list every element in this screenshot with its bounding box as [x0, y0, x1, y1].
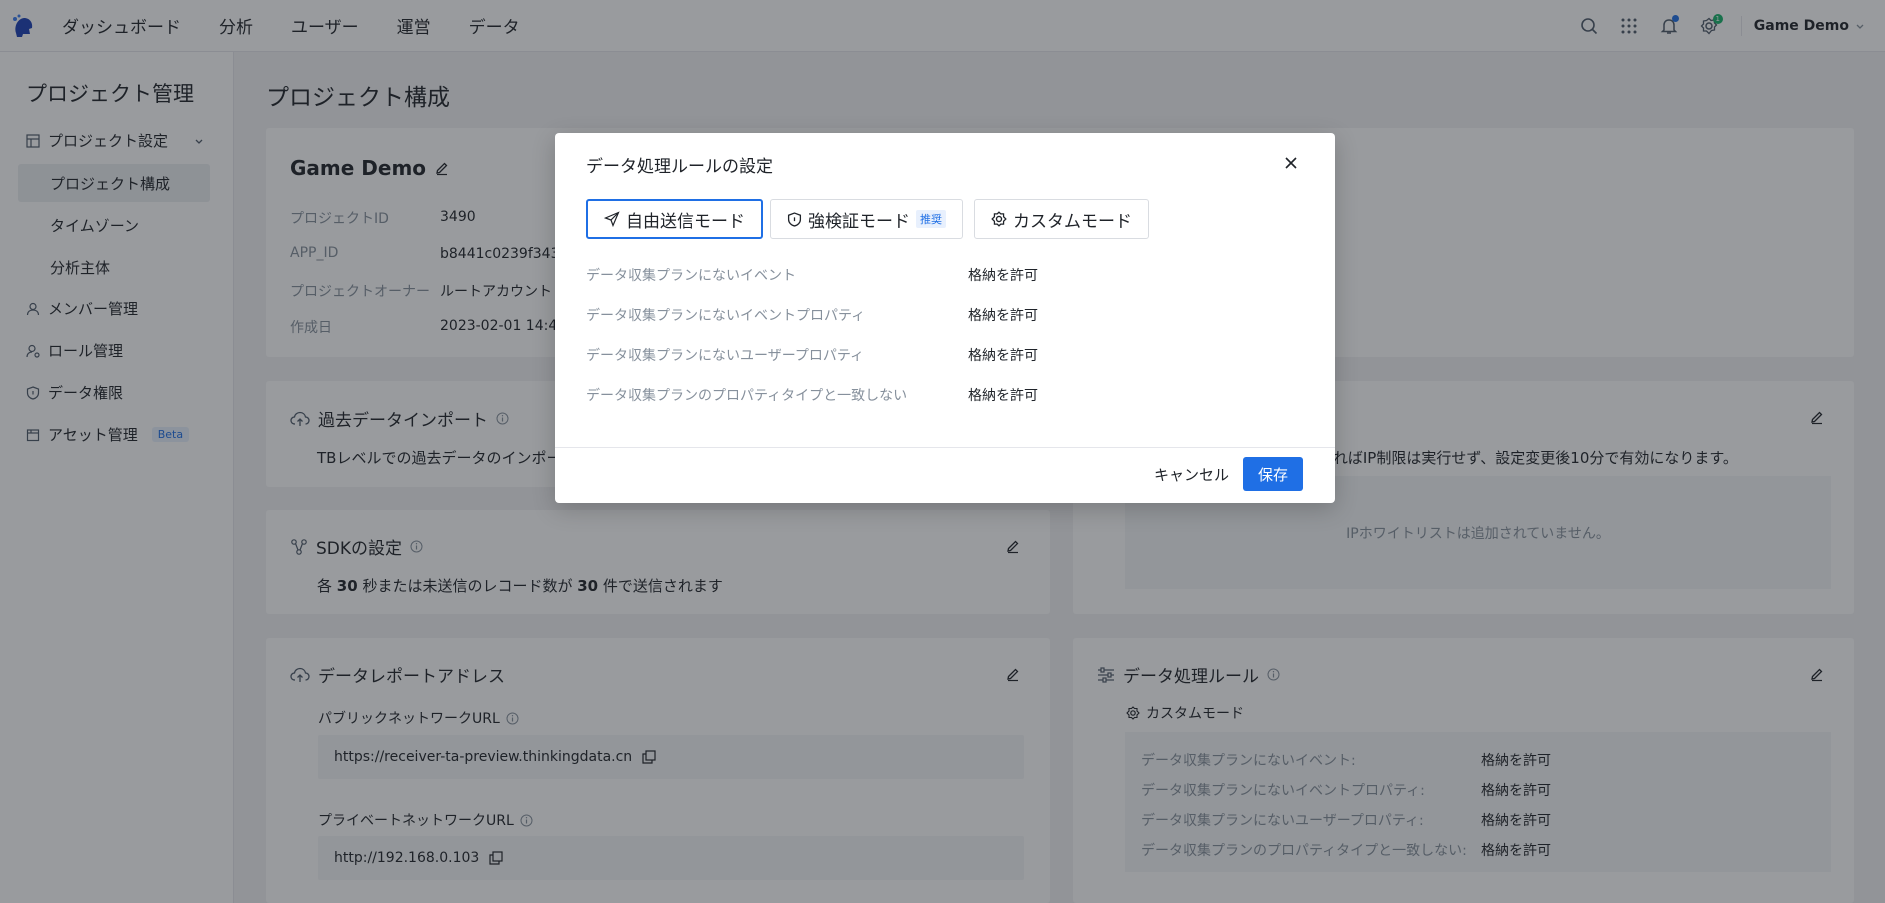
rule-value: 格納を許可	[968, 268, 1038, 284]
modal-title: データ処理ルールの設定	[586, 157, 773, 177]
rule-value: 格納を許可	[968, 348, 1038, 364]
rule-label: データ収集プランのプロパティタイプと一致しない	[586, 388, 908, 404]
rule-label: データ収集プランにないユーザープロパティ	[586, 348, 865, 364]
mode-label: カスタムモード	[1013, 211, 1132, 232]
rule-value: 格納を許可	[968, 308, 1038, 324]
save-button[interactable]: 保存	[1243, 457, 1303, 491]
rule-value: 格納を許可	[968, 388, 1038, 404]
cancel-button[interactable]: キャンセル	[1140, 457, 1243, 491]
gear-icon	[991, 211, 1007, 227]
close-icon[interactable]	[1281, 153, 1301, 173]
send-icon	[604, 211, 620, 227]
mode-custom-button[interactable]: カスタムモード	[974, 199, 1149, 239]
data-rules-modal: データ処理ルールの設定 自由送信モード 強検証モード 推奨 カスタムモード デー…	[555, 133, 1335, 503]
mode-strict-validation-button[interactable]: 強検証モード 推奨	[770, 199, 963, 239]
recommended-badge: 推奨	[916, 210, 946, 228]
shield-icon	[787, 211, 802, 227]
mode-free-send-button[interactable]: 自由送信モード	[586, 199, 763, 239]
modal-footer-divider	[555, 447, 1335, 448]
rule-label: データ収集プランにないイベント	[586, 268, 796, 284]
mode-label: 自由送信モード	[626, 211, 745, 232]
rule-label: データ収集プランにないイベントプロパティ	[586, 308, 866, 324]
mode-label: 強検証モード	[808, 211, 910, 232]
